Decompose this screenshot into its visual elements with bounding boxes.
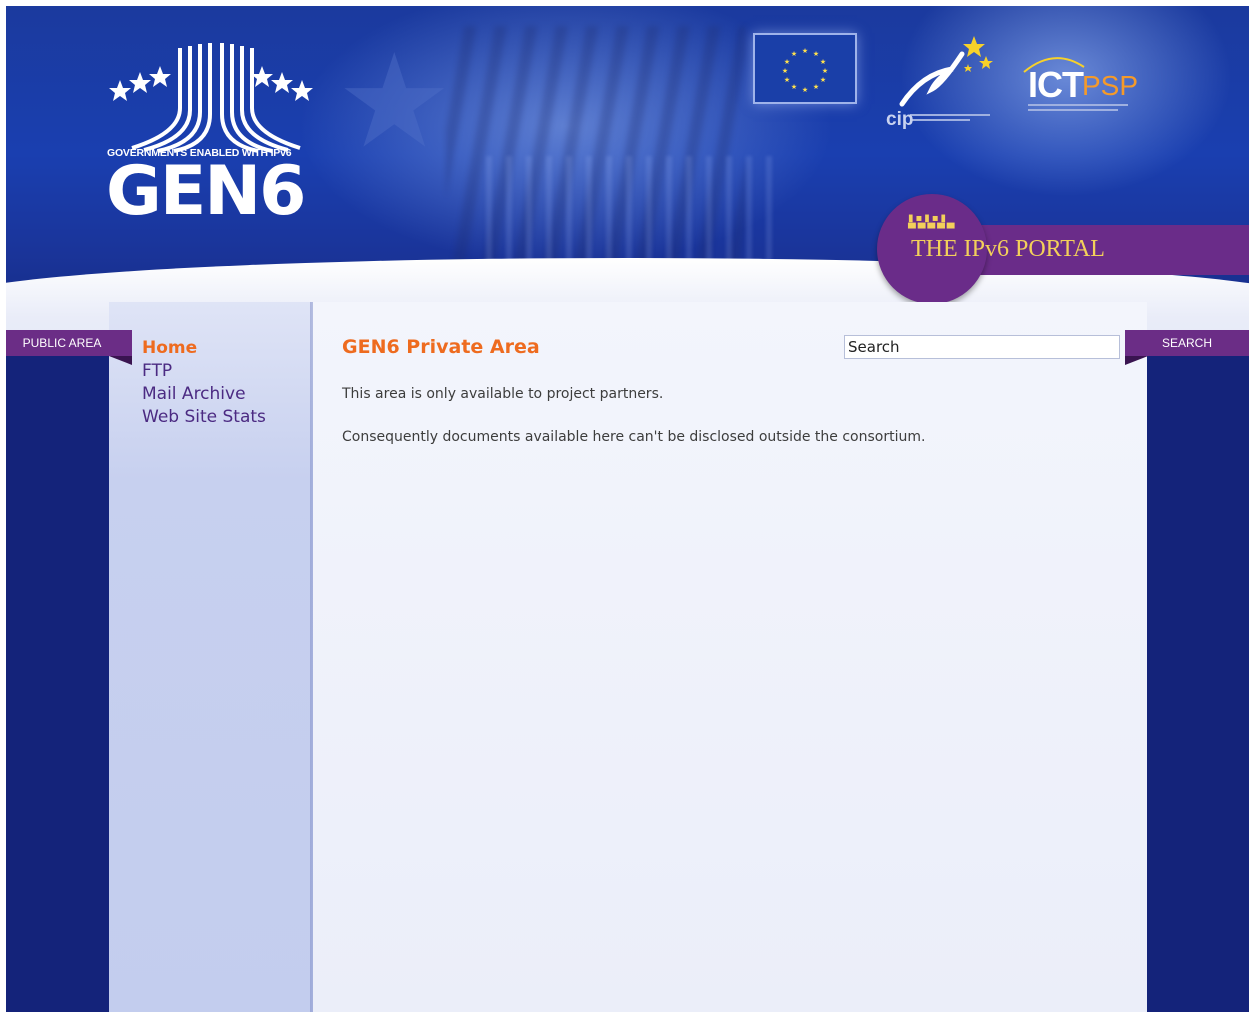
svg-text:★: ★: [813, 50, 819, 58]
gen6-wordmark: GEN6: [106, 152, 307, 231]
svg-text:★: ★: [820, 76, 826, 84]
page-title: GEN6 Private Area: [342, 336, 540, 358]
page-frame: ★ GOVERNMENTS ENABLED WITH IPv6 GEN6 ★ ★…: [6, 6, 1249, 1012]
eu-stars-graphic: ★ ★★ ★★★ ★★★ ★★★: [782, 47, 828, 94]
sidebar-item-mail-archive[interactable]: Mail Archive: [142, 383, 266, 406]
ipv6-crown-icon: ▮▪▮▪▮ ▀▀▀▀▀: [908, 213, 957, 235]
eu-flag-icon[interactable]: ★ ★ ★ ★ ★ ★ ★ ★ ★ ★ ★ ★: [753, 33, 857, 104]
svg-text:★: ★: [782, 67, 788, 75]
svg-text:★: ★: [813, 83, 819, 91]
disclosure-paragraph: Consequently documents available here ca…: [342, 429, 926, 445]
sidebar-nav: Home FTP Mail Archive Web Site Stats: [142, 337, 266, 429]
content-panel: [313, 302, 1147, 1012]
svg-text:★: ★: [822, 67, 828, 75]
sidebar-item-web-site-stats[interactable]: Web Site Stats: [142, 406, 266, 429]
ipv6-portal-title[interactable]: THE IPv6 PORTAL: [911, 236, 1105, 263]
search-input[interactable]: [844, 335, 1120, 359]
svg-text:★: ★: [791, 50, 797, 58]
svg-text:★: ★: [791, 83, 797, 91]
search-button[interactable]: SEARCH: [1125, 330, 1249, 356]
sidebar-item-ftp[interactable]: FTP: [142, 360, 266, 383]
sidebar-item-home[interactable]: Home: [142, 337, 266, 360]
search-ribbon-fold: [1125, 356, 1148, 365]
header-banner: ★ GOVERNMENTS ENABLED WITH IPv6 GEN6 ★ ★…: [6, 6, 1249, 336]
svg-text:★: ★: [784, 76, 790, 84]
cip-text: cip: [886, 109, 914, 130]
intro-paragraph: This area is only available to project p…: [342, 386, 664, 402]
ictpsp-ict-text: ICT: [1028, 64, 1084, 105]
svg-text:★: ★: [820, 58, 826, 66]
public-area-ribbon-fold: [109, 356, 132, 365]
svg-text:★: ★: [802, 86, 808, 94]
banner-star-decoration: ★: [336, 25, 453, 177]
public-area-ribbon[interactable]: PUBLIC AREA: [6, 330, 132, 356]
svg-text:★: ★: [784, 58, 790, 66]
svg-text:★: ★: [802, 47, 808, 55]
ictpsp-psp-text: PSP: [1082, 70, 1139, 101]
